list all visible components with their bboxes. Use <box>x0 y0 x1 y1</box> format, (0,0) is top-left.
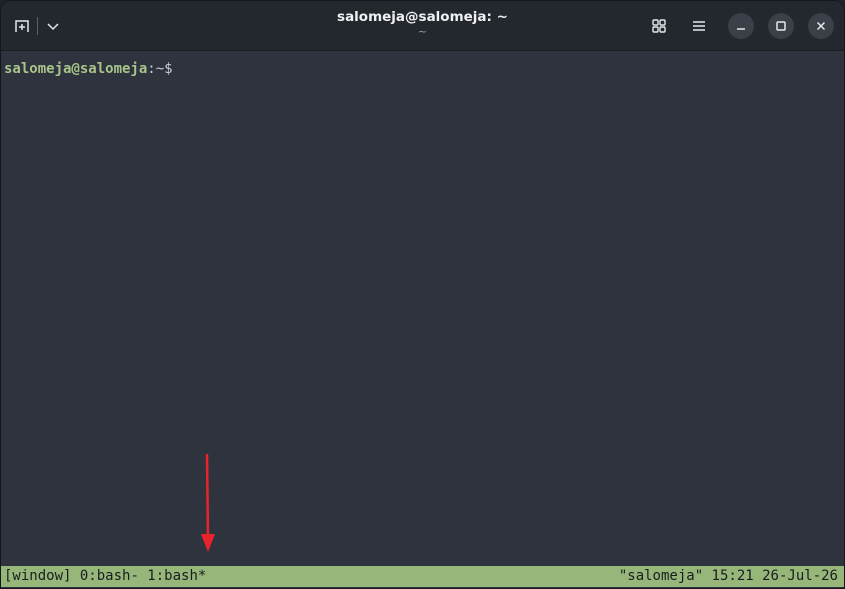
overview-button[interactable] <box>644 11 674 41</box>
chevron-down-icon <box>47 23 59 31</box>
close-icon <box>816 21 826 31</box>
prompt-separator: : <box>147 61 156 77</box>
tmux-session-name: [window] <box>4 568 72 584</box>
main-menu-button[interactable] <box>684 11 714 41</box>
minimize-button[interactable] <box>728 13 754 39</box>
titlebar-right-controls <box>634 11 834 41</box>
red-arrow-annotation <box>201 453 215 552</box>
new-tab-button[interactable] <box>9 13 35 39</box>
tab-menu-button[interactable] <box>40 13 66 39</box>
prompt-user-host: salomeja@salomeja <box>4 61 148 77</box>
title-bar: salomeja@salomeja: ~ ~ <box>1 1 844 51</box>
tmux-window-list: [window] 0:bash- 1:bash* <box>4 566 206 587</box>
shell-prompt: salomeja@salomeja:~$ <box>4 60 173 78</box>
maximize-button[interactable] <box>768 13 794 39</box>
titlebar-left-controls <box>9 13 66 39</box>
close-button[interactable] <box>808 13 834 39</box>
hamburger-menu-icon <box>693 21 705 31</box>
new-tab-icon <box>15 20 29 32</box>
terminal-window: salomeja@salomeja: ~ ~ salomeja@salomeja… <box>1 1 844 588</box>
terminal-area[interactable]: salomeja@salomeja:~$ <box>1 51 844 566</box>
maximize-icon <box>776 21 786 31</box>
minimize-icon <box>737 28 745 30</box>
tmux-windows[interactable]: 0:bash- 1:bash* <box>71 568 206 584</box>
grid-icon <box>652 19 666 33</box>
prompt-path: ~ <box>155 61 165 77</box>
tmux-status-right: "salomeja" 15:21 26-Jul-26 <box>618 568 838 584</box>
prompt-symbol: $ <box>164 61 173 77</box>
titlebar-separator <box>37 17 38 35</box>
tmux-status-bar: [window] 0:bash- 1:bash* "salomeja" 15:2… <box>1 566 844 587</box>
